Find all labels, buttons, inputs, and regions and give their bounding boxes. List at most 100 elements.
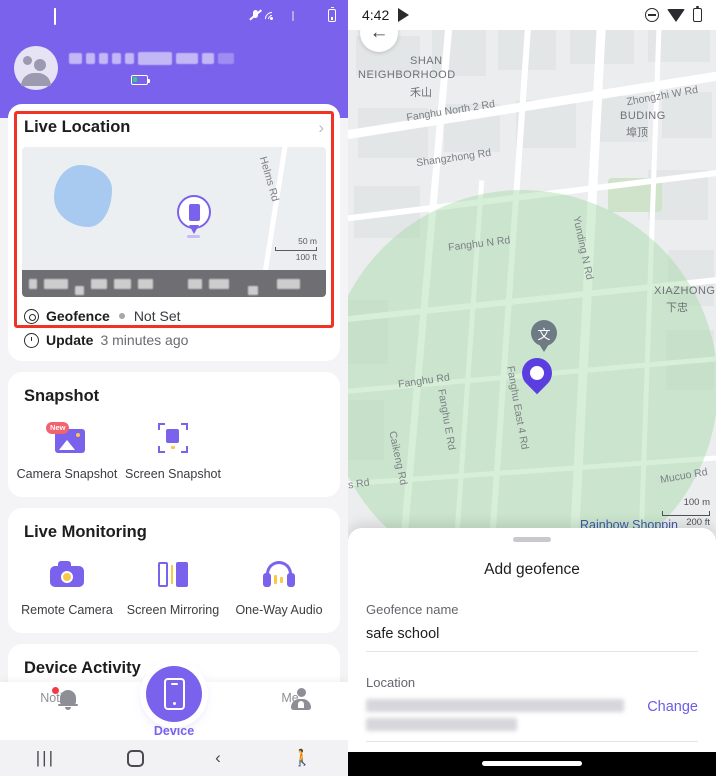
sheet-title: Add geofence [484,560,580,578]
bottom-navigation: Notice Device Me [0,666,348,740]
gesture-bar [348,752,716,776]
nav-label-device: Device [153,724,195,738]
update-label: Update [46,332,94,348]
accessibility-icon[interactable]: 🚶 [292,748,312,768]
system-navigation-bar: ||| ‹ 🚶 [0,740,348,776]
nav-item-device[interactable]: Device [129,666,219,738]
wifi-icon [667,8,685,22]
snapshot-title: Snapshot [24,387,100,405]
battery-icon [693,6,702,22]
update-row: Update 3 minutes ago [8,329,340,361]
map-label: XIAZHONG [654,285,716,297]
chevron-right-icon[interactable]: › [318,119,324,136]
image-icon [90,9,103,22]
change-location-button[interactable]: Change [647,699,698,715]
one-way-audio-icon [263,561,295,587]
live-location-card[interactable]: Live Location › Helms Rd 50 m 100 ft Geo… [8,104,340,361]
phone-pin-icon [177,195,211,234]
screen-mirroring-label: Screen Mirroring [126,603,220,617]
clock-icon [24,332,39,348]
scale-metric-label: 50 m [298,235,317,246]
status-bar-left-icons [54,7,111,25]
map-label: 禾山 [410,87,432,99]
map-label: 下忠 [666,302,688,314]
left-phone-screen: 11:00 24% [0,0,348,776]
back-icon[interactable]: ‹ [215,748,221,768]
location-label: Location [366,674,416,690]
separator-dot [118,313,125,319]
icon-container: New [14,418,120,458]
camera-snapshot-label: Camera Snapshot [16,467,118,481]
live-monitoring-card: Live Monitoring Remote Camera Screen Mir… [8,508,340,633]
geofence-icon [24,308,39,324]
play-icon [398,8,410,22]
water-body [54,165,112,227]
icon-container [226,554,332,594]
nav-label-me: Me [281,691,299,705]
nav-label-notice: Notice [40,691,76,705]
scale-bar [662,510,710,516]
home-icon[interactable] [126,749,144,767]
device-fab[interactable] [146,666,202,722]
add-geofence-sheet: Add geofence Geofence name safe school L… [348,528,716,752]
location-value-redacted [366,698,635,731]
update-timestamp: 3 minutes ago [100,332,189,348]
pin-shadow [187,235,200,238]
screen-snapshot-button[interactable]: Screen Snapshot [120,418,226,481]
screen-snapshot-label: Screen Snapshot [125,467,221,481]
shield-icon [54,7,67,25]
one-way-audio-label: One-Way Audio [235,603,323,617]
live-monitoring-title: Live Monitoring [24,523,147,541]
map-label: SHAN [410,55,443,67]
map-scale: 50 m 100 ft [275,236,317,263]
remote-camera-icon [50,561,84,587]
icon-container [14,554,120,594]
live-location-header[interactable]: Live Location › [8,104,340,147]
geofence-name-label: Geofence name [366,601,459,617]
address-redacted-strip [22,270,326,297]
one-way-audio-button[interactable]: One-Way Audio [226,554,332,617]
right-phone-screen: 4:42 ← SHAN NEIGHBORHOOD 禾山 Fanghu North… [348,0,716,776]
map-scale: 100 m 200 ft [662,497,710,529]
screen-mirroring-button[interactable]: Screen Mirroring [120,554,226,617]
map-label: BUDING [620,110,666,122]
sheet-drag-handle[interactable] [513,537,551,542]
live-location-map[interactable]: Helms Rd 50 m 100 ft [22,147,326,297]
school-poi-marker[interactable]: 文 [531,320,557,352]
live-monitoring-items: Remote Camera Screen Mirroring One-Way A… [8,542,340,633]
snapshot-card: Snapshot New Camera Snapshot Screen Snap… [8,372,340,497]
phone-icon [163,678,185,710]
screen-mirroring-icon [158,560,188,588]
snapshot-items: New Camera Snapshot Screen Snapshot [8,406,340,497]
remote-camera-label: Remote Camera [21,603,113,617]
avatar [14,46,58,90]
geofence-label: Geofence [46,308,110,324]
map-label: 埠顶 [626,127,648,139]
location-row: Change [366,690,698,742]
scale-imperial-label: 100 ft [295,252,317,263]
battery-icon [328,6,336,22]
screen-snapshot-icon [158,423,188,453]
recents-icon[interactable]: ||| [36,748,55,768]
nav-item-me[interactable]: Me [245,688,335,710]
geofence-name-input[interactable]: safe school [366,617,698,652]
icon-container [120,554,226,594]
nav-item-notice[interactable]: Notice [13,687,103,710]
status-bar-time: 4:42 [362,7,390,23]
camera-snapshot-button[interactable]: New Camera Snapshot [14,418,120,481]
wifi-icon [264,9,279,21]
map-view[interactable]: ← SHAN NEIGHBORHOOD 禾山 Fanghu North 2 Rd… [348,0,716,533]
camera-snapshot-icon: New [46,421,85,453]
status-bar-right-icons [645,6,702,22]
status-bar: 4:42 [348,0,716,30]
new-badge: New [46,421,70,434]
dual-screenshot: 11:00 24% [0,0,716,776]
document-icon [72,9,85,22]
geofence-row: Geofence Not Set [8,297,340,329]
page-title: Live Location [24,118,131,136]
dnd-icon [645,8,659,22]
battery-icon [131,74,151,85]
notification-badge [52,687,59,694]
remote-camera-button[interactable]: Remote Camera [14,554,120,617]
scale-bar [275,247,317,252]
